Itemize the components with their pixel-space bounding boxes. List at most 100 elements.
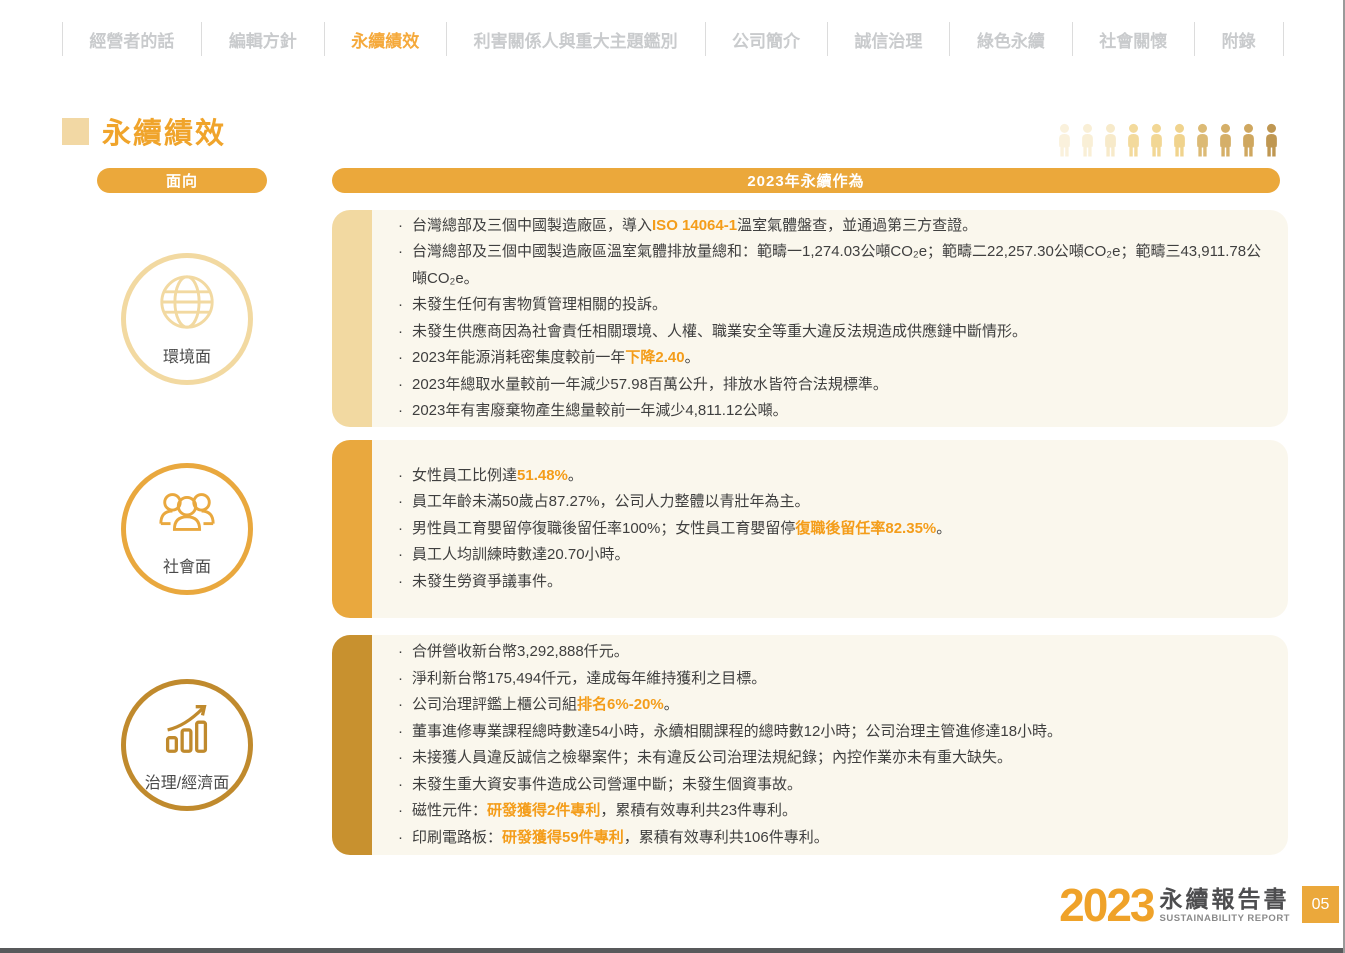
bullet-text: 員工年齡未滿50歲占87.27%，公司人力整體以青壯年為主。 — [412, 489, 1262, 516]
section-social: 社會面·女性員工比例達51.48%。·員工年齡未滿50歲占87.27%，公司人力… — [62, 440, 1288, 618]
bullet-item: ·2023年能源消耗密集度較前一年下降2.40。 — [398, 345, 1262, 372]
actions-header-pill: 2023年永續作為 — [332, 168, 1280, 193]
person-icon — [1241, 120, 1256, 160]
bullet-item: ·淨利新台幣175,494仟元，達成每年維持獲利之目標。 — [398, 666, 1262, 693]
highlighted-text: 復職後留任率82.35% — [795, 520, 936, 537]
highlighted-text: ISO 14064-1 — [652, 217, 737, 234]
report-footer: 2023 永續報告書 SUSTAINABILITY REPORT 05 — [1059, 884, 1339, 926]
bullet-item: ·女性員工比例達51.48%。 — [398, 463, 1262, 490]
bullet-dot: · — [398, 463, 412, 490]
bullet-item: ·未發生重大資安事件造成公司營運中斷；未發生個資事故。 — [398, 772, 1262, 799]
aspect-circle-environment: 環境面 — [121, 253, 253, 385]
globe-icon — [156, 271, 218, 338]
bullet-text: 董事進修專業課程總時數達54小時，永續相關課程的總時數12小時；公司治理主管進修… — [412, 719, 1262, 746]
bullet-text: 印刷電路板：研發獲得59件專利，累積有效專利共106件專利。 — [412, 825, 1262, 852]
aspect-column-social: 社會面 — [62, 463, 332, 595]
nav-tab-綠色永續[interactable]: 綠色永續 — [950, 27, 1072, 52]
bullet-text: 未發生供應商因為社會責任相關環境、人權、職業安全等重大違反法規造成供應鏈中斷情形… — [412, 319, 1262, 346]
bullet-dot: · — [398, 772, 412, 799]
aspect-circle-governance: 治理/經濟面 — [121, 679, 253, 811]
bullet-item: ·員工年齡未滿50歲占87.27%，公司人力整體以青壯年為主。 — [398, 489, 1262, 516]
bullet-item: ·合併營收新台幣3,292,888仟元。 — [398, 639, 1262, 666]
bullet-text: 台灣總部及三個中國製造廠區溫室氣體排放量總和：範疇一1,274.03公噸CO₂e… — [412, 239, 1262, 292]
nav-tab-編輯方針[interactable]: 編輯方針 — [202, 27, 324, 52]
content-block-environment: · 台灣總部及三個中國製造廠區，導入ISO 14064-1溫室氣體盤查，並通過第三… — [332, 210, 1288, 427]
bullet-text: 未發生勞資爭議事件。 — [412, 569, 1262, 596]
person-icon — [1172, 120, 1187, 160]
bullet-text: 台灣總部及三個中國製造廠區，導入ISO 14064-1溫室氣體盤查，並通過第三方… — [412, 213, 1262, 240]
bullet-dot: · — [398, 719, 412, 746]
bullet-item: ·未接獲人員違反誠信之檢舉案件；未有違反公司治理法規紀錄；內控作業亦未有重大缺失… — [398, 745, 1262, 772]
bullet-dot: · — [398, 372, 412, 399]
bullet-dot: · — [398, 292, 412, 319]
bullet-item: ·董事進修專業課程總時數達54小時，永續相關課程的總時數12小時；公司治理主管進… — [398, 719, 1262, 746]
bullet-item: ·台灣總部及三個中國製造廠區，導入ISO 14064-1溫室氣體盤查，並通過第三… — [398, 213, 1262, 240]
bullet-item: ·未發生供應商因為社會責任相關環境、人權、職業安全等重大違反法規造成供應鏈中斷情… — [398, 319, 1262, 346]
bullet-text: 未發生任何有害物質管理相關的投訴。 — [412, 292, 1262, 319]
bottom-bar — [0, 948, 1343, 953]
highlighted-text: 51.48% — [517, 467, 568, 484]
page-number-badge: 05 — [1302, 886, 1339, 923]
aspect-label-environment: 環境面 — [163, 343, 211, 367]
bullet-list-social: ·女性員工比例達51.48%。·員工年齡未滿50歲占87.27%，公司人力整體以… — [372, 440, 1288, 618]
bullet-item: ·男性員工育嬰留停復職後留任率100%；女性員工育嬰留停復職後留任率82.35%… — [398, 516, 1262, 543]
sections-container: 環境面 · 台灣總部及三個中國製造廠區，導入ISO 14064-1溫室氣體盤查，並通… — [62, 210, 1288, 855]
bullet-item: ·員工人均訓練時數達20.70小時。 — [398, 542, 1262, 569]
bullet-item: ·未發生勞資爭議事件。 — [398, 569, 1262, 596]
person-icon — [1126, 120, 1141, 160]
bullet-text: 公司治理評鑑上櫃公司組排名6%-20%。 — [412, 692, 1262, 719]
bullet-text: 未發生重大資安事件造成公司營運中斷；未發生個資事故。 — [412, 772, 1262, 799]
bullet-dot: · — [398, 798, 412, 825]
nav-tab-誠信治理[interactable]: 誠信治理 — [827, 27, 949, 52]
bullet-text: 2023年能源消耗密集度較前一年下降2.40。 — [412, 345, 1262, 372]
content-block-governance: ·合併營收新台幣3,292,888仟元。·淨利新台幣175,494仟元，達成每年… — [332, 635, 1288, 855]
bullet-dot: · — [398, 569, 412, 596]
aspect-label-governance: 治理/經濟面 — [145, 769, 229, 793]
bullet-item: ·2023年有害廢棄物產生總量較前一年減少4,811.12公噸。 — [398, 398, 1262, 425]
bullet-item: ·印刷電路板：研發獲得59件專利，累積有效專利共106件專利。 — [398, 825, 1262, 852]
person-icon — [1218, 120, 1233, 160]
bullet-text: 員工人均訓練時數達20.70小時。 — [412, 542, 1262, 569]
nav-tab-利害關係人與重大主題鑑別[interactable]: 利害關係人與重大主題鑑別 — [447, 27, 705, 52]
nav-tab-附錄[interactable]: 附錄 — [1195, 27, 1283, 52]
person-icon — [1057, 120, 1072, 160]
nav-tab-公司簡介[interactable]: 公司簡介 — [705, 27, 827, 52]
bullet-text: 2023年總取水量較前一年減少57.98百萬公升，排放水皆符合法規標準。 — [412, 372, 1262, 399]
nav-tab-社會關懷[interactable]: 社會關懷 — [1072, 27, 1194, 52]
title-bar: 永續績效 — [62, 110, 226, 152]
bullet-dot: · — [398, 398, 412, 425]
bullet-text: 2023年有害廢棄物產生總量較前一年減少4,811.12公噸。 — [412, 398, 1262, 425]
bullet-item: ·公司治理評鑑上櫃公司組排名6%-20%。 — [398, 692, 1262, 719]
bullet-dot: · — [398, 692, 412, 719]
footer-brand: 永續報告書 SUSTAINABILITY REPORT — [1160, 884, 1291, 924]
content-block-social: ·女性員工比例達51.48%。·員工年齡未滿50歲占87.27%，公司人力整體以… — [332, 440, 1288, 618]
nav-tab-經營者的話[interactable]: 經營者的話 — [62, 27, 201, 52]
footer-report-title: 永續報告書 — [1160, 887, 1291, 911]
top-navigation: 經營者的話編輯方針永續績效利害關係人與重大主題鑑別公司簡介誠信治理綠色永續社會關… — [62, 22, 1283, 56]
bullet-item: ·台灣總部及三個中國製造廠區溫室氣體排放量總和：範疇一1,274.03公噸CO₂… — [398, 239, 1262, 292]
accent-bar-governance — [332, 635, 372, 855]
bullet-item: ·2023年總取水量較前一年減少57.98百萬公升，排放水皆符合法規標準。 — [398, 372, 1262, 399]
footer-report-subtitle: SUSTAINABILITY REPORT — [1160, 913, 1291, 924]
bullet-dot: · — [398, 825, 412, 852]
bullet-dot: · — [398, 319, 412, 346]
highlighted-text: 下降2.40 — [625, 349, 684, 366]
bullet-text: 淨利新台幣175,494仟元，達成每年維持獲利之目標。 — [412, 666, 1262, 693]
bullet-dot: · — [398, 345, 412, 372]
bullet-dot: · — [398, 639, 412, 666]
footer-year: 2023 — [1059, 884, 1153, 926]
person-icon — [1103, 120, 1118, 160]
section-environment: 環境面 · 台灣總部及三個中國製造廠區，導入ISO 14064-1溫室氣體盤查，並通… — [62, 210, 1288, 427]
aspect-column-environment: 環境面 — [62, 253, 332, 385]
people-icons-row — [1057, 120, 1279, 160]
highlighted-text: 研發獲得59件專利 — [502, 829, 624, 846]
bullet-text: 磁性元件：研發獲得2件專利，累積有效專利共23件專利。 — [412, 798, 1262, 825]
highlighted-text: 研發獲得2件專利 — [487, 802, 600, 819]
people-icon — [156, 481, 218, 548]
nav-tab-永續績效[interactable]: 永續績效 — [324, 27, 446, 52]
bullet-list-environment: · 台灣總部及三個中國製造廠區，導入ISO 14064-1溫室氣體盤查，並通過第三… — [372, 210, 1288, 427]
person-icon — [1195, 120, 1210, 160]
bullet-dot: · — [398, 489, 412, 516]
accent-bar-social — [332, 440, 372, 618]
highlighted-text: 排名6%-20% — [577, 696, 664, 713]
